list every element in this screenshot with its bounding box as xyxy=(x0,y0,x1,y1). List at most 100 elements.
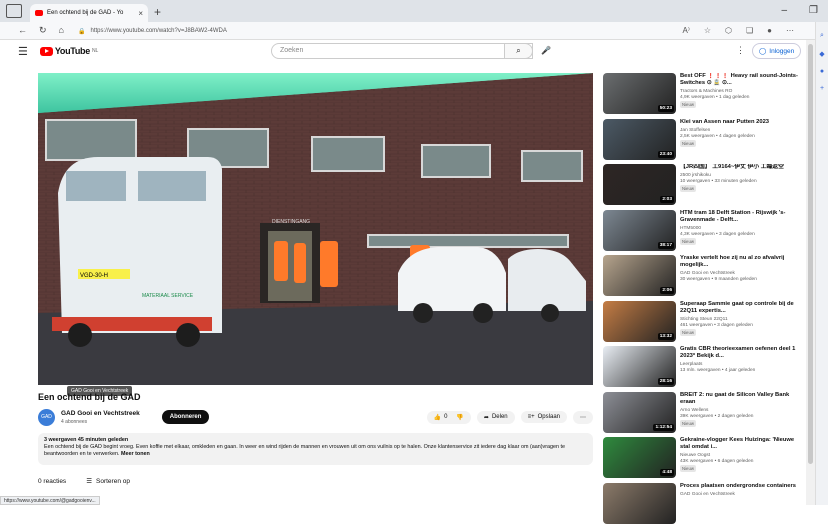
search-sidebar-icon[interactable]: ⌕ xyxy=(816,32,828,40)
recommendation-thumbnail[interactable]: 13:32 xyxy=(603,301,676,342)
youtube-header: ☰ YouTube NL Zoeken ⌕ 🎤 ⋮ ◯ Inloggen xyxy=(0,40,806,62)
description-box[interactable]: 3 weergaven 45 minuten geleden Een ochte… xyxy=(38,433,593,465)
duration-badge: 50:23 xyxy=(658,105,674,112)
read-aloud-icon[interactable]: A⁾ xyxy=(683,26,690,35)
signin-button[interactable]: ◯ Inloggen xyxy=(752,43,801,59)
recommendation-thumbnail[interactable]: 38:17 xyxy=(603,210,676,251)
sort-label: Sorteren op xyxy=(96,478,130,485)
like-icon[interactable]: 👍 xyxy=(434,414,441,421)
recommendation-item[interactable]: Proces plaatsen ondergrondse containers G… xyxy=(603,483,803,528)
recommendation-title[interactable]: Best OFF ❗❗❗ Heavy rail sound-Joints-Swi… xyxy=(680,73,800,87)
comments-count: 0 reacties xyxy=(38,478,66,485)
sort-button[interactable]: ☰ Sorteren op xyxy=(86,477,130,485)
minimize-icon[interactable]: – xyxy=(781,5,787,16)
recommendation-title[interactable]: BREIT 2: nu gaat de Silicon Valley Bank … xyxy=(680,392,800,406)
window-menu-icon[interactable] xyxy=(6,4,22,18)
tools-icon[interactable]: ● xyxy=(816,68,828,75)
more-icon[interactable]: ⋯ xyxy=(786,26,794,35)
video-frame: DIENSTINGANG VGD-30-H MATERIAAL SERVICE xyxy=(38,73,593,385)
new-tab-icon[interactable]: + xyxy=(154,5,161,19)
edge-sidebar: ⌕ ◆ ● + xyxy=(815,22,828,505)
recommendation-title[interactable]: Superaap Sammie gaat op controle bij de … xyxy=(680,301,800,315)
recommendation-item[interactable]: 50:23 Best OFF ❗❗❗ Heavy rail sound-Joint… xyxy=(603,73,803,119)
recommendation-channel: HTM5000 xyxy=(680,226,800,231)
recommendation-title[interactable]: 【JR四国】 工9164~伊丈 伊小 工臨返空 xyxy=(680,164,800,171)
description-meta: 3 weergaven 45 minuten geleden xyxy=(44,437,587,444)
recommendations-list: 50:23 Best OFF ❗❗❗ Heavy rail sound-Joint… xyxy=(603,73,803,528)
recommendation-thumbnail[interactable]: 1:12:54 xyxy=(603,392,676,433)
recommendation-text: Superaap Sammie gaat op controle bij de … xyxy=(680,301,800,347)
recommendation-item[interactable]: 4:48 Gekraine-vlogger Kees Huizinga: 'Nie… xyxy=(603,437,803,483)
tab-close-icon[interactable]: × xyxy=(138,9,143,18)
youtube-logo[interactable]: YouTube NL xyxy=(40,46,98,56)
recommendation-item[interactable]: 2:06 Yraske vertelt hoe zij nu al zo afva… xyxy=(603,255,803,301)
maximize-icon[interactable]: ❐ xyxy=(809,5,818,16)
favorite-icon[interactable]: ☆ xyxy=(704,26,711,35)
extension-icon[interactable]: ⬡ xyxy=(725,26,732,35)
subscribe-button[interactable]: Abonneren xyxy=(162,410,210,424)
recommendation-meta: 2,5K weergaven • 4 dagen geleden xyxy=(680,134,800,139)
youtube-play-icon xyxy=(40,47,53,56)
recommendation-thumbnail[interactable]: 2:03 xyxy=(603,164,676,205)
save-icon: ≡+ xyxy=(528,414,535,420)
recommendation-title[interactable]: Proces plaatsen ondergrondse containers xyxy=(680,483,800,490)
page-scrollbar[interactable] xyxy=(806,40,815,505)
recommendation-channel: GAD Gooi en Vechtstreek xyxy=(680,492,800,497)
microphone-icon[interactable]: 🎤 xyxy=(541,46,551,55)
refresh-icon[interactable]: ↻ xyxy=(39,25,47,36)
share-button[interactable]: ➦ Delen xyxy=(477,411,515,424)
url-field[interactable]: 🔒 https://www.youtube.com/watch?v=J8BAW2… xyxy=(78,25,618,37)
settings-kebab-icon[interactable]: ⋮ xyxy=(736,45,745,56)
home-icon[interactable]: ⌂ xyxy=(59,25,64,36)
duration-badge: 2:03 xyxy=(660,196,674,203)
browser-tab[interactable]: Een ochtend bij de GAD - Yo × xyxy=(30,4,148,22)
signin-label: Inloggen xyxy=(769,48,794,55)
recommendation-item[interactable]: 1:12:54 BREIT 2: nu gaat de Silicon Valle… xyxy=(603,392,803,438)
recommendation-title[interactable]: Gekraine-vlogger Kees Huizinga: 'Nieuwe … xyxy=(680,437,800,451)
recommendation-item[interactable]: 38:17 HTM tram 18 Delft Station - Rijswij… xyxy=(603,210,803,256)
recommendation-thumbnail[interactable]: 23:40 xyxy=(603,119,676,160)
recommendation-item[interactable]: 2:03【JR四国】 工9164~伊丈 伊小 工臨返空2500 jrshikok… xyxy=(603,164,803,210)
recommendation-title[interactable]: HTM tram 18 Delft Station - Rijswijk 's-… xyxy=(680,210,800,224)
save-button[interactable]: ≡+ Opslaan xyxy=(521,411,567,423)
more-actions-button[interactable]: ⋯ xyxy=(573,411,593,424)
scrollbar-thumb[interactable] xyxy=(808,44,813,464)
recommendation-thumbnail[interactable]: 28:16 xyxy=(603,346,676,387)
recommendation-item[interactable]: 28:16 Gratis CBR theorieexamen oefenen de… xyxy=(603,346,803,392)
add-icon[interactable]: + xyxy=(816,85,828,92)
back-icon[interactable]: ← xyxy=(18,25,27,36)
recommendation-title[interactable]: Gratis CBR theorieexamen oefenen deel 1 … xyxy=(680,346,800,360)
recommendation-thumbnail[interactable] xyxy=(603,483,676,524)
recommendation-title[interactable]: Yraske vertelt hoe zij nu al zo afvalvri… xyxy=(680,255,800,269)
window-controls: – ❐ xyxy=(781,5,818,16)
new-badge: Nieuw xyxy=(680,140,696,147)
subscriber-count: 4 abonnees xyxy=(61,419,140,425)
recommendation-meta: 10 weergaven • 33 minuten geleden xyxy=(680,179,800,184)
channel-row: GAD GAD Gooi en Vechtstreek 4 abonnees A… xyxy=(38,406,593,428)
recommendation-title[interactable]: Klei van Assen naar Putten 2023 xyxy=(680,119,800,126)
recommendation-meta: 30 weergaven • 9 maanden geleden xyxy=(680,277,800,282)
lock-icon: 🔒 xyxy=(78,28,85,35)
like-dislike-group: 👍 0 👎 xyxy=(427,411,471,424)
recommendation-thumbnail[interactable]: 4:48 xyxy=(603,437,676,478)
recommendation-channel: Nieuwe Oogst xyxy=(680,453,800,458)
collections-icon[interactable]: ❏ xyxy=(746,26,753,35)
sort-icon: ☰ xyxy=(86,477,92,485)
video-player[interactable]: DIENSTINGANG VGD-30-H MATERIAAL SERVICE xyxy=(38,73,593,385)
search-button[interactable]: ⌕ xyxy=(504,43,533,59)
dislike-icon[interactable]: 👎 xyxy=(456,414,463,421)
profile-icon[interactable]: ● xyxy=(767,26,772,35)
channel-avatar[interactable]: GAD xyxy=(38,409,55,426)
show-more-link[interactable]: Meer tonen xyxy=(121,451,150,457)
new-badge: Nieuw xyxy=(680,238,696,245)
recommendation-thumbnail[interactable]: 2:06 xyxy=(603,255,676,296)
channel-name[interactable]: GAD Gooi en Vechtstreek xyxy=(61,410,140,417)
recommendation-item[interactable]: 13:32 Superaap Sammie gaat op controle bi… xyxy=(603,301,803,347)
recommendation-thumbnail[interactable]: 50:23 xyxy=(603,73,676,114)
user-icon: ◯ xyxy=(759,47,766,55)
recommendation-channel: Arno Wellens xyxy=(680,408,800,413)
shopping-icon[interactable]: ◆ xyxy=(816,50,828,58)
recommendation-item[interactable]: 23:40Klei van Assen naar Putten 2023Jan … xyxy=(603,119,803,165)
search-input[interactable]: Zoeken xyxy=(271,43,533,59)
hamburger-menu-icon[interactable]: ☰ xyxy=(18,45,28,58)
